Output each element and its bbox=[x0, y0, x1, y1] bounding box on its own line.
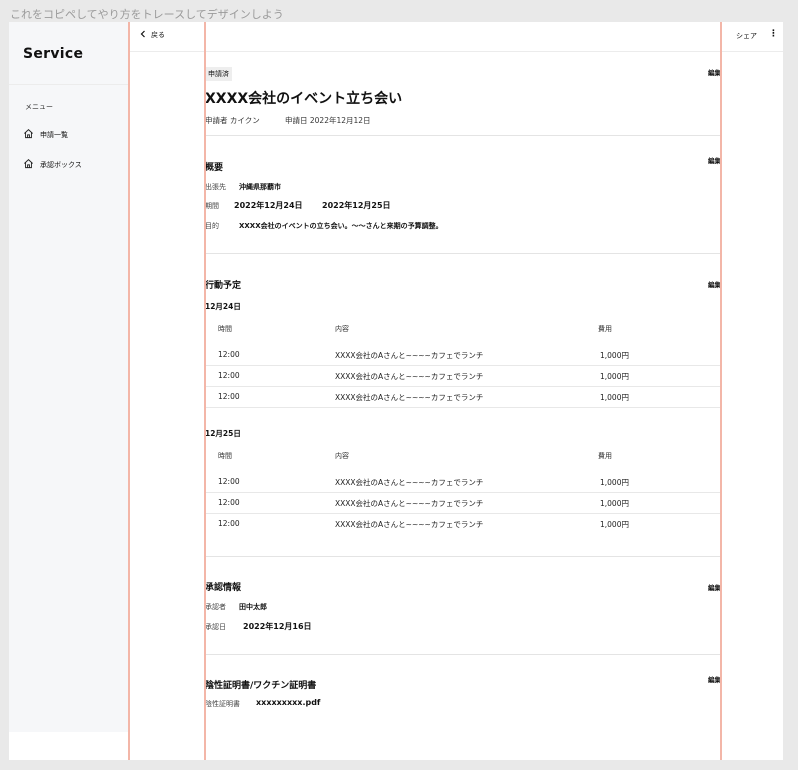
table-cell-time: 12:00 bbox=[218, 498, 240, 507]
section-divider bbox=[205, 654, 721, 655]
approver-value: 田中太郎 bbox=[239, 603, 267, 611]
table-cell-time: 12:00 bbox=[218, 350, 240, 359]
status-badge: 申請済 bbox=[205, 67, 232, 81]
period-label: 期間 bbox=[205, 202, 219, 210]
table-cell-cost: 1,000円 bbox=[600, 478, 629, 487]
sidebar-item-label: 承認ボックス bbox=[40, 160, 82, 169]
guide-line bbox=[720, 22, 722, 760]
table-cell-cost: 1,000円 bbox=[600, 393, 629, 402]
column-header-content: 内容 bbox=[335, 452, 349, 460]
brand-logo: Service bbox=[23, 46, 84, 62]
schedule-day-date: 12月24日 bbox=[205, 302, 241, 311]
overview-title: 概要 bbox=[205, 163, 224, 173]
section-divider bbox=[205, 135, 721, 136]
column-header-cost: 費用 bbox=[598, 325, 612, 333]
sidebar: Service メニュー 申請一覧 承認ボックス bbox=[9, 22, 128, 732]
table-cell-time: 12:00 bbox=[218, 477, 240, 486]
purpose-label: 目的 bbox=[205, 222, 219, 230]
purpose-value: XXXX会社のイベントの立ち会い。〜〜さんと来期の予算調整。 bbox=[239, 222, 443, 230]
column-header-time: 時間 bbox=[218, 452, 232, 460]
share-button[interactable]: シェア bbox=[736, 31, 757, 41]
period-end-value: 2022年12月25日 bbox=[322, 201, 391, 210]
app-frame: Service メニュー 申請一覧 承認ボックス 戻る シェア ⋮ 申請済 編集… bbox=[9, 22, 783, 760]
destination-value: 沖縄県那覇市 bbox=[239, 183, 281, 191]
table-cell-cost: 1,000円 bbox=[600, 372, 629, 381]
table-cell-time: 12:00 bbox=[218, 371, 240, 380]
back-label: 戻る bbox=[151, 31, 165, 39]
column-header-time: 時間 bbox=[218, 325, 232, 333]
table-cell-time: 12:00 bbox=[218, 392, 240, 401]
table-cell-content: XXXX会社のAさんと~~~~カフェでランチ bbox=[335, 478, 484, 487]
section-divider bbox=[205, 556, 721, 557]
period-start-value: 2022年12月24日 bbox=[234, 201, 303, 210]
home-icon bbox=[23, 158, 34, 171]
back-button[interactable]: 戻る bbox=[139, 30, 165, 40]
table-cell-content: XXXX会社のAさんと~~~~カフェでランチ bbox=[335, 499, 484, 508]
table-cell-content: XXXX会社のAさんと~~~~カフェでランチ bbox=[335, 372, 484, 381]
chevron-left-icon bbox=[139, 30, 147, 40]
table-row-divider bbox=[205, 386, 721, 387]
table-cell-cost: 1,000円 bbox=[600, 499, 629, 508]
menu-label: メニュー bbox=[25, 103, 53, 111]
home-icon bbox=[23, 128, 34, 141]
approval-date-label: 承認日 bbox=[205, 623, 226, 631]
table-row-divider bbox=[205, 407, 721, 408]
schedule-title: 行動予定 bbox=[205, 281, 242, 291]
topbar-divider bbox=[128, 51, 783, 52]
sidebar-divider bbox=[9, 84, 128, 85]
more-menu-icon[interactable]: ⋮ bbox=[769, 30, 778, 39]
approval-title: 承認情報 bbox=[205, 583, 242, 593]
table-cell-content: XXXX会社のAさんと~~~~カフェでランチ bbox=[335, 520, 484, 529]
column-header-cost: 費用 bbox=[598, 452, 612, 460]
guide-line bbox=[128, 22, 130, 760]
column-header-content: 内容 bbox=[335, 325, 349, 333]
certificate-title: 陰性証明書/ワクチン証明書 bbox=[205, 681, 317, 691]
instruction-hint: これをコピペしてやり方をトレースしてデザインしよう bbox=[10, 8, 284, 21]
table-cell-content: XXXX会社のAさんと~~~~カフェでランチ bbox=[335, 351, 484, 360]
certificate-file-link[interactable]: xxxxxxxxx.pdf bbox=[256, 698, 320, 707]
applicant-text: 申請者 カイクン bbox=[205, 116, 260, 125]
table-row-divider bbox=[205, 492, 721, 493]
page-title: XXXX会社のイベント立ち会い bbox=[205, 91, 403, 107]
applied-date-text: 申請日 2022年12月12日 bbox=[285, 116, 371, 125]
schedule-day-date: 12月25日 bbox=[205, 429, 241, 438]
sidebar-item-label: 申請一覧 bbox=[40, 130, 68, 139]
table-cell-time: 12:00 bbox=[218, 519, 240, 528]
sidebar-item-approval-box[interactable]: 承認ボックス bbox=[23, 158, 82, 171]
table-row-divider bbox=[205, 513, 721, 514]
destination-label: 出張先 bbox=[205, 183, 226, 191]
table-cell-content: XXXX会社のAさんと~~~~カフェでランチ bbox=[335, 393, 484, 402]
table-row-divider bbox=[205, 365, 721, 366]
sidebar-item-applications[interactable]: 申請一覧 bbox=[23, 128, 68, 141]
table-cell-cost: 1,000円 bbox=[600, 351, 629, 360]
table-cell-cost: 1,000円 bbox=[600, 520, 629, 529]
approval-date-value: 2022年12月16日 bbox=[243, 622, 312, 631]
guide-line bbox=[204, 22, 206, 760]
section-divider bbox=[205, 253, 721, 254]
certificate-file-label: 陰性証明書 bbox=[205, 700, 240, 708]
approver-label: 承認者 bbox=[205, 603, 226, 611]
